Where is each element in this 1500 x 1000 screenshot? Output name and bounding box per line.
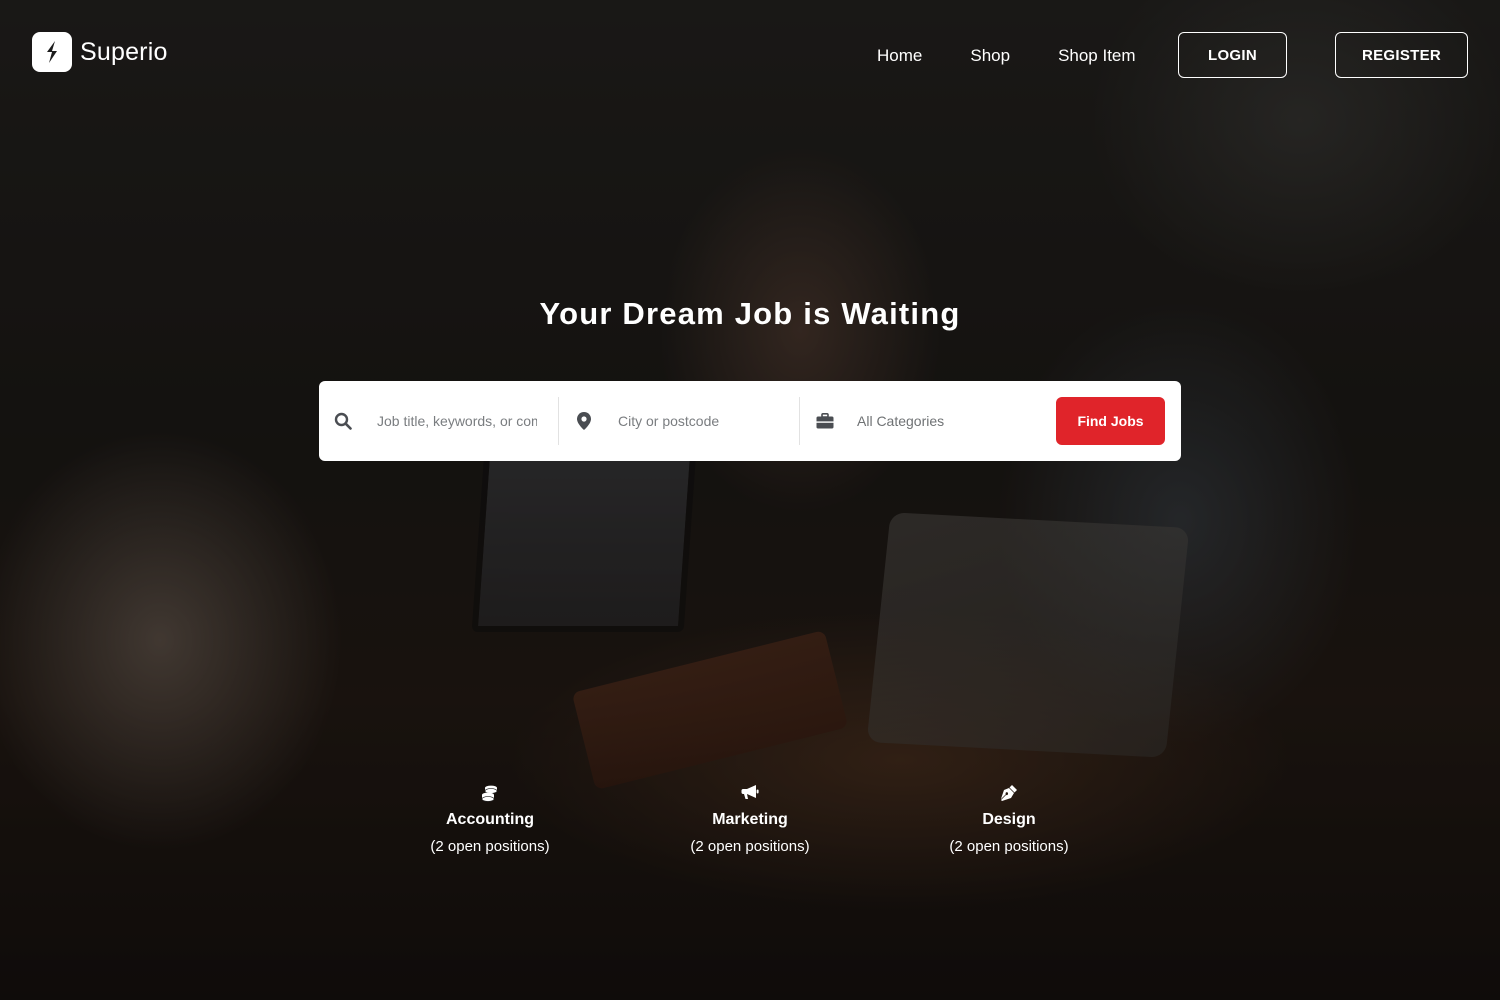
category-select[interactable]: All Categories: [815, 397, 1039, 445]
pen-nib-icon: [909, 784, 1109, 806]
job-search-form: All Categories Find Jobs: [319, 381, 1181, 461]
register-button[interactable]: REGISTER: [1335, 32, 1468, 78]
find-jobs-button[interactable]: Find Jobs: [1056, 397, 1165, 445]
logo[interactable]: Superio: [32, 32, 168, 72]
field-divider: [558, 397, 559, 445]
search-icon: [333, 411, 353, 431]
keyword-input[interactable]: [375, 412, 539, 430]
page: Superio Home Shop Shop Item LOGIN REGIST…: [0, 0, 1500, 1000]
coins-icon: [390, 784, 590, 806]
category-name: Marketing: [712, 811, 788, 828]
category-item-marketing[interactable]: Marketing (2 open positions): [650, 784, 850, 855]
field-divider: [799, 397, 800, 445]
category-item-accounting[interactable]: Accounting (2 open positions): [390, 784, 590, 855]
map-pin-icon: [574, 411, 594, 431]
megaphone-icon: [650, 784, 850, 806]
category-select-value: All Categories: [857, 413, 945, 429]
hero-title: Your Dream Job is Waiting: [539, 296, 961, 331]
logo-mark-icon: [32, 32, 72, 72]
nav-shop-item[interactable]: Shop Item: [1058, 46, 1136, 66]
category-name: Design: [982, 811, 1036, 828]
nav-home[interactable]: Home: [877, 46, 922, 66]
site-header: Superio Home Shop Shop Item LOGIN REGIST…: [0, 0, 1500, 110]
category-item-design[interactable]: Design (2 open positions): [909, 784, 1109, 855]
location-field[interactable]: [574, 397, 798, 445]
category-count: (2 open positions): [949, 838, 1069, 855]
nav-shop[interactable]: Shop: [970, 46, 1010, 66]
main-nav: Home Shop Shop Item: [877, 46, 1136, 66]
briefcase-icon: [815, 411, 835, 431]
login-button[interactable]: LOGIN: [1178, 32, 1287, 78]
category-count: (2 open positions): [430, 838, 550, 855]
logo-text: Superio: [80, 37, 168, 66]
category-name: Accounting: [446, 811, 534, 828]
location-input[interactable]: [616, 412, 780, 430]
keyword-field[interactable]: [333, 397, 557, 445]
category-count: (2 open positions): [690, 838, 810, 855]
